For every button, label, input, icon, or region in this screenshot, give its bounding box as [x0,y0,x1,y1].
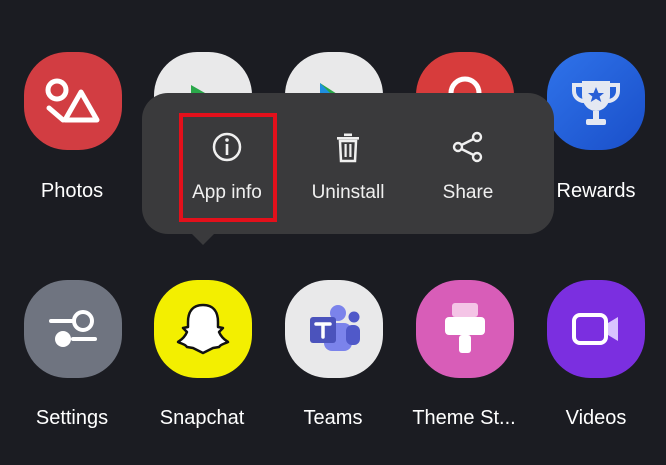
app-label-snapchat: Snapchat [159,407,245,429]
uninstall-label: Uninstall [311,182,385,203]
settings-app-icon[interactable] [24,280,122,378]
trash-icon [337,133,359,163]
photos-icon [45,78,100,123]
app-label-teams: Teams [303,407,363,429]
share-action[interactable]: Share [413,93,523,234]
videos-app-icon[interactable] [547,280,645,378]
rewards-app-icon[interactable] [547,52,645,150]
context-menu-tail [190,232,216,245]
teams-icon [310,305,360,351]
app-label-settings: Settings [35,407,109,429]
app-label-videos: Videos [565,407,627,429]
settings-sliders-icon [49,310,97,347]
paint-roller-icon [445,303,485,353]
uninstall-action[interactable]: Uninstall [293,93,403,234]
snapchat-app-icon[interactable] [154,280,252,378]
share-label: Share [442,182,494,203]
share-icon [452,131,483,163]
ghost-icon [176,303,230,355]
teams-app-icon[interactable] [285,280,383,378]
app-info-highlight-box [179,113,277,222]
theme-store-app-icon[interactable] [416,280,514,378]
app-label-theme-store: Theme St... [412,407,516,429]
video-camera-icon [572,313,618,345]
trophy-icon [572,81,620,125]
app-label-photos: Photos [40,180,104,202]
photos-app-icon[interactable] [24,52,122,150]
